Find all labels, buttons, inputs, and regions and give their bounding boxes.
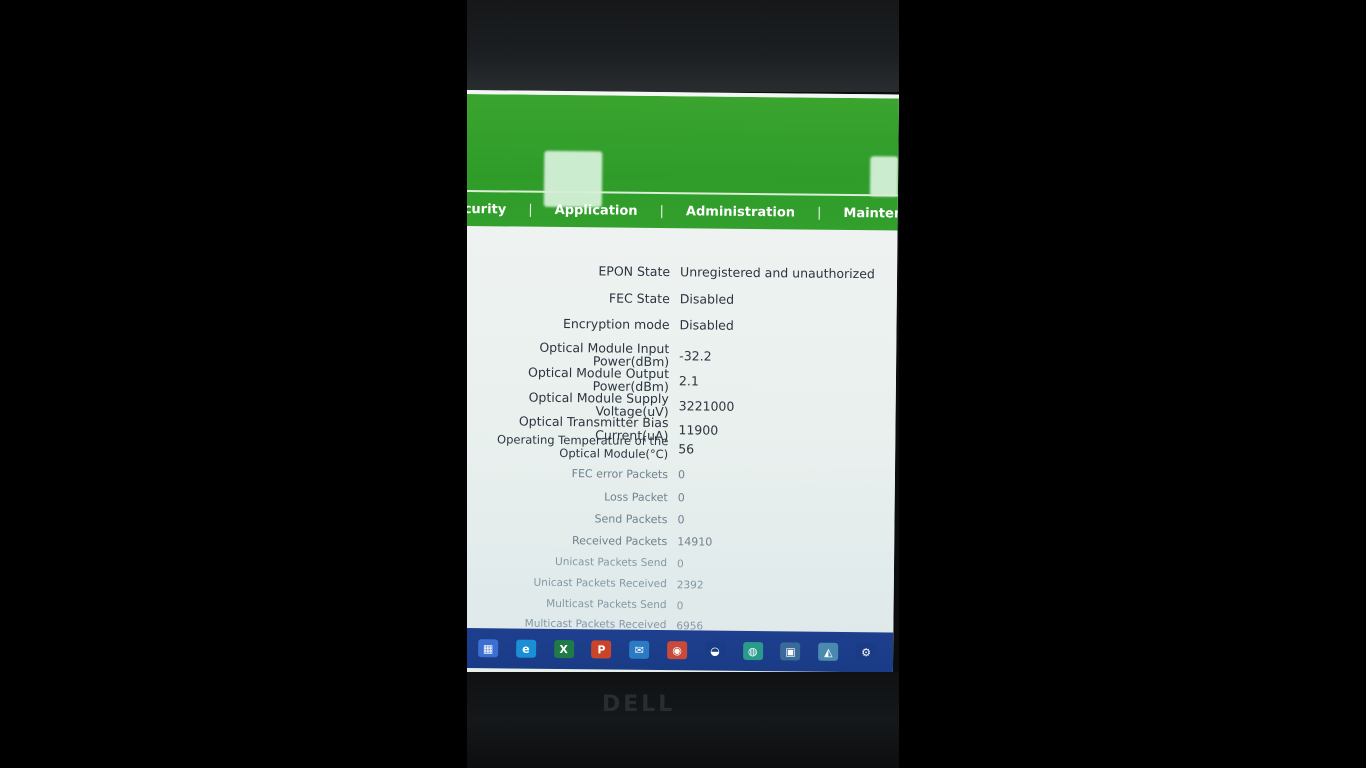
monitor-brand-logo: DELL bbox=[602, 692, 676, 717]
status-row: FEC State Disabled bbox=[467, 289, 897, 309]
status-row: Loss Packet 0 bbox=[467, 489, 895, 507]
status-label: Multicast Packets Send bbox=[546, 597, 667, 612]
status-value: 0 bbox=[676, 599, 684, 612]
status-row: Encryption mode Disabled bbox=[467, 315, 897, 335]
status-value: 3221000 bbox=[678, 397, 735, 414]
status-row: Received Packets 14910 bbox=[467, 533, 894, 551]
nav-separator: | bbox=[528, 202, 533, 218]
windows-taskbar: ▦ e X P ✉ ◉ ◒ ◍ ▣ ◭ ⚙ bbox=[467, 627, 894, 673]
mail-icon[interactable]: ✉ bbox=[629, 640, 650, 659]
nav-tab-maintenance[interactable]: Maintenan bbox=[843, 205, 899, 221]
store-icon[interactable]: ▣ bbox=[780, 642, 801, 661]
status-label: Operating Temperature of the Optical Mod… bbox=[497, 432, 669, 462]
excel-icon[interactable]: X bbox=[553, 639, 574, 659]
status-label: Send Packets bbox=[594, 512, 668, 527]
status-value: -32.2 bbox=[679, 347, 712, 364]
router-web-ui: curity | Application | Administration | … bbox=[467, 90, 899, 681]
status-value: Disabled bbox=[679, 291, 735, 307]
status-row: Unicast Packets Received 2392 bbox=[467, 576, 894, 594]
status-label: Loss Packet bbox=[604, 490, 668, 505]
screen-glare bbox=[869, 156, 899, 197]
status-label: FEC error Packets bbox=[571, 467, 669, 482]
status-row: Unicast Packets Send 0 bbox=[467, 555, 894, 573]
monitor-bezel-bottom: DELL bbox=[467, 672, 899, 768]
pon-status-panel: EPON State Unregistered and unauthorized… bbox=[467, 225, 898, 641]
main-nav: curity | Application | Administration | … bbox=[467, 194, 899, 229]
nav-separator: | bbox=[816, 205, 822, 221]
status-value: 14910 bbox=[677, 535, 713, 549]
status-label: Optical Module Input Power(dBm) bbox=[539, 339, 670, 370]
app-icon[interactable]: ◒ bbox=[704, 641, 726, 660]
edge-browser-icon[interactable]: e bbox=[515, 639, 536, 658]
status-value: 56 bbox=[678, 440, 695, 456]
status-row: FEC error Packets 0 bbox=[467, 466, 895, 484]
header-banner: curity | Application | Administration | … bbox=[467, 90, 899, 234]
nav-separator: | bbox=[659, 203, 665, 219]
monitor-bezel-top bbox=[467, 0, 899, 92]
status-label: EPON State bbox=[598, 263, 671, 280]
nav-tab-security[interactable]: curity bbox=[467, 201, 506, 216]
nav-tab-administration[interactable]: Administration bbox=[686, 204, 795, 220]
windows-start-icon[interactable]: ▦ bbox=[477, 639, 499, 658]
status-value: Unregistered and unauthorized bbox=[680, 264, 875, 282]
photo-frame: curity | Application | Administration | … bbox=[467, 0, 899, 768]
status-value: 0 bbox=[677, 513, 685, 527]
status-value: 0 bbox=[676, 557, 684, 570]
status-row: EPON State Unregistered and unauthorized bbox=[467, 262, 897, 282]
status-label: FEC State bbox=[608, 290, 670, 307]
status-label: Received Packets bbox=[571, 534, 668, 549]
status-label: Optical Module Output Power(dBm) bbox=[527, 364, 670, 395]
globe-icon[interactable]: ◍ bbox=[742, 641, 763, 661]
status-row: Multicast Packets Send 0 bbox=[467, 597, 894, 615]
status-label: Unicast Packets Received bbox=[533, 576, 667, 591]
status-row: Send Packets 0 bbox=[467, 511, 895, 529]
status-value: 0 bbox=[677, 468, 686, 482]
status-label: Encryption mode bbox=[562, 316, 670, 333]
nav-tab-application[interactable]: Application bbox=[555, 202, 638, 218]
status-value: 2392 bbox=[676, 578, 704, 592]
photos-icon[interactable]: ◭ bbox=[818, 642, 839, 661]
powerpoint-icon[interactable]: P bbox=[591, 640, 612, 659]
settings-gear-icon[interactable]: ⚙ bbox=[856, 643, 877, 662]
chrome-icon[interactable]: ◉ bbox=[667, 641, 688, 660]
status-value: 2.1 bbox=[678, 372, 699, 388]
status-row: Operating Temperature of the Optical Mod… bbox=[467, 432, 895, 464]
status-value: Disabled bbox=[679, 317, 734, 333]
status-value: 0 bbox=[677, 491, 685, 505]
status-label: Unicast Packets Send bbox=[554, 555, 668, 570]
